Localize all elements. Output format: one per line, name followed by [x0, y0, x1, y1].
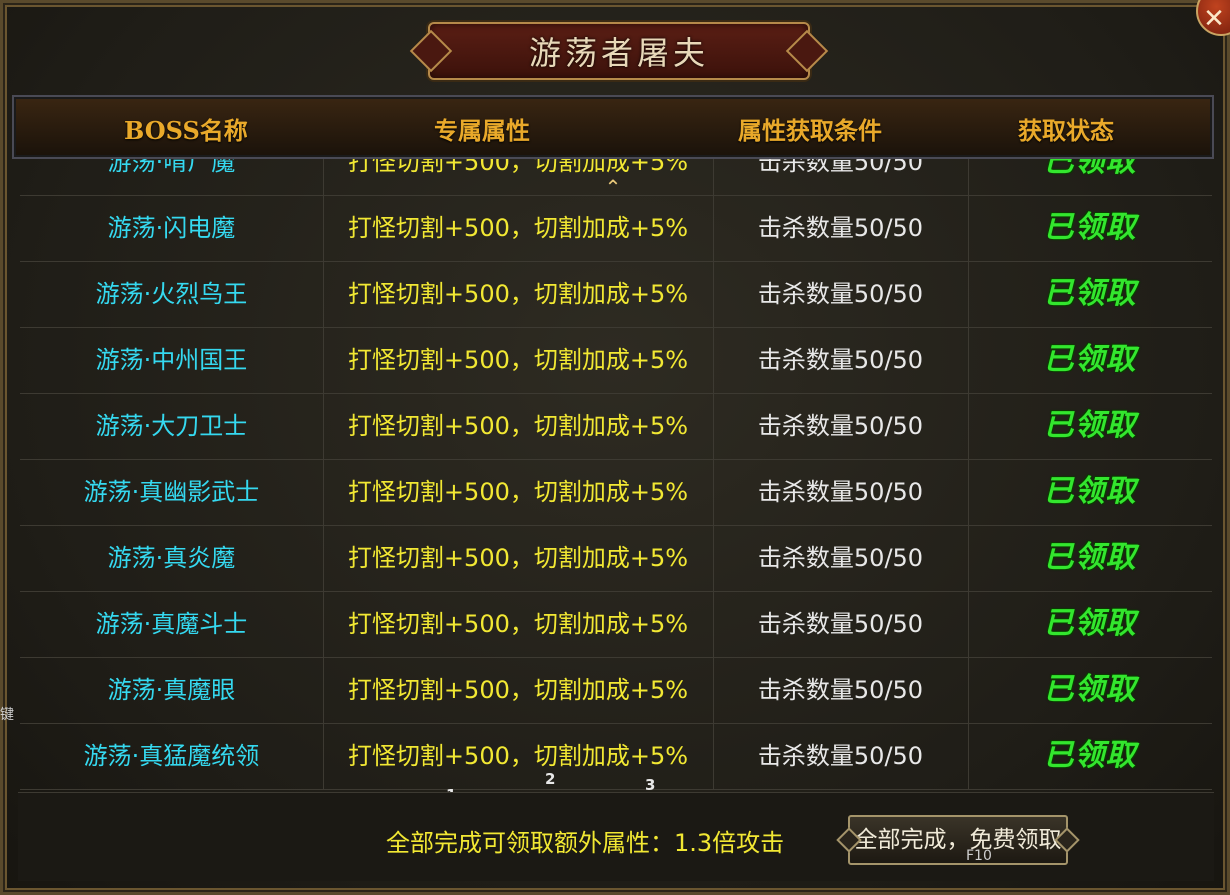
boss-name: 游荡·火烈鸟王	[95, 280, 248, 308]
boss-name: 游荡·真炎魔	[107, 544, 236, 572]
boss-name: 游荡·大刀卫士	[95, 412, 248, 440]
boss-attribute: 打怪切割+500，切割加成+5%	[347, 280, 689, 308]
boss-status: 已领取	[1043, 408, 1137, 443]
boss-status: 已领取	[1043, 474, 1137, 509]
boss-attribute: 打怪切割+500，切割加成+5%	[347, 214, 689, 242]
edge-text: 键	[0, 707, 14, 723]
table-row: 游荡·真猛魔统领 打怪切割+500，切割加成+5% 击杀数量50/50 已领取	[20, 724, 1212, 790]
boss-name: 游荡·真魔斗士	[95, 610, 248, 638]
boss-condition: 击杀数量50/50	[757, 544, 924, 572]
boss-status: 已领取	[1043, 159, 1137, 179]
boss-name: 游荡·啃尸魔	[107, 159, 236, 176]
boss-name: 游荡·真幽影武士	[83, 478, 260, 506]
boss-condition: 击杀数量50/50	[757, 346, 924, 374]
boss-name: 游荡·中州国王	[95, 346, 248, 374]
boss-condition: 击杀数量50/50	[757, 280, 924, 308]
marker-2: 2	[545, 770, 556, 788]
close-icon[interactable]: ✕	[1203, 0, 1225, 42]
boss-name: 游荡·真猛魔统领	[83, 742, 260, 770]
hotkey-label: F10	[966, 848, 992, 864]
boss-condition: 击杀数量50/50	[757, 478, 924, 506]
boss-condition: 击杀数量50/50	[757, 742, 924, 770]
boss-condition: 击杀数量50/50	[757, 214, 924, 242]
boss-name: 游荡·闪电魔	[107, 214, 236, 242]
table-row: 游荡·大刀卫士 打怪切割+500，切割加成+5% 击杀数量50/50 已领取	[20, 394, 1212, 460]
footer-bar: 全部完成可领取额外属性：1.3倍攻击 全部完成，免费领取	[18, 792, 1214, 881]
boss-condition: 击杀数量50/50	[757, 610, 924, 638]
scroll-up-icon[interactable]: ⌃	[598, 176, 628, 198]
header-boss-name: BOSS名称	[124, 116, 248, 145]
boss-condition: 击杀数量50/50	[757, 412, 924, 440]
boss-table[interactable]: 游荡·啃尸魔 打怪切割+500，切割加成+5% 击杀数量50/50 已领取 游荡…	[20, 159, 1212, 792]
boss-status: 已领取	[1043, 540, 1137, 575]
table-row: 游荡·真幽影武士 打怪切割+500，切割加成+5% 击杀数量50/50 已领取	[20, 460, 1212, 526]
boss-attribute: 打怪切割+500，切割加成+5%	[347, 544, 689, 572]
boss-name: 游荡·真魔眼	[107, 676, 236, 704]
bonus-text: 全部完成可领取额外属性：1.3倍攻击	[386, 829, 785, 857]
boss-status: 已领取	[1043, 606, 1137, 641]
table-row: 游荡·中州国王 打怪切割+500，切割加成+5% 击杀数量50/50 已领取	[20, 328, 1212, 394]
title-plaque: 游荡者屠夫	[428, 22, 810, 80]
table-row: 游荡·真炎魔 打怪切割+500，切割加成+5% 击杀数量50/50 已领取	[20, 526, 1212, 592]
boss-attribute: 打怪切割+500，切割加成+5%	[347, 676, 689, 704]
boss-attribute: 打怪切割+500，切割加成+5%	[347, 478, 689, 506]
boss-attribute: 打怪切割+500，切割加成+5%	[347, 159, 689, 176]
boss-status: 已领取	[1043, 738, 1137, 773]
header-status: 获取状态	[1018, 116, 1114, 145]
boss-condition: 击杀数量50/50	[757, 676, 924, 704]
header-attribute: 专属属性	[434, 116, 530, 145]
boss-status: 已领取	[1043, 276, 1137, 311]
boss-attribute: 打怪切割+500，切割加成+5%	[347, 412, 689, 440]
boss-attribute: 打怪切割+500，切割加成+5%	[347, 346, 689, 374]
claim-all-button[interactable]: 全部完成，免费领取	[848, 815, 1068, 865]
header-condition: 属性获取条件	[738, 116, 882, 145]
table-header: BOSS名称 专属属性 属性获取条件 获取状态	[12, 95, 1214, 159]
boss-condition: 击杀数量50/50	[757, 159, 924, 176]
boss-status: 已领取	[1043, 342, 1137, 377]
window-title: 游荡者屠夫	[528, 34, 709, 72]
table-row: 游荡·火烈鸟王 打怪切割+500，切割加成+5% 击杀数量50/50 已领取	[20, 262, 1212, 328]
table-row: 游荡·真魔眼 打怪切割+500，切割加成+5% 击杀数量50/50 已领取	[20, 658, 1212, 724]
boss-attribute: 打怪切割+500，切割加成+5%	[347, 610, 689, 638]
table-row: 游荡·真魔斗士 打怪切割+500，切割加成+5% 击杀数量50/50 已领取	[20, 592, 1212, 658]
boss-status: 已领取	[1043, 672, 1137, 707]
table-row: 游荡·闪电魔 打怪切割+500，切割加成+5% 击杀数量50/50 已领取	[20, 196, 1212, 262]
boss-status: 已领取	[1043, 210, 1137, 245]
